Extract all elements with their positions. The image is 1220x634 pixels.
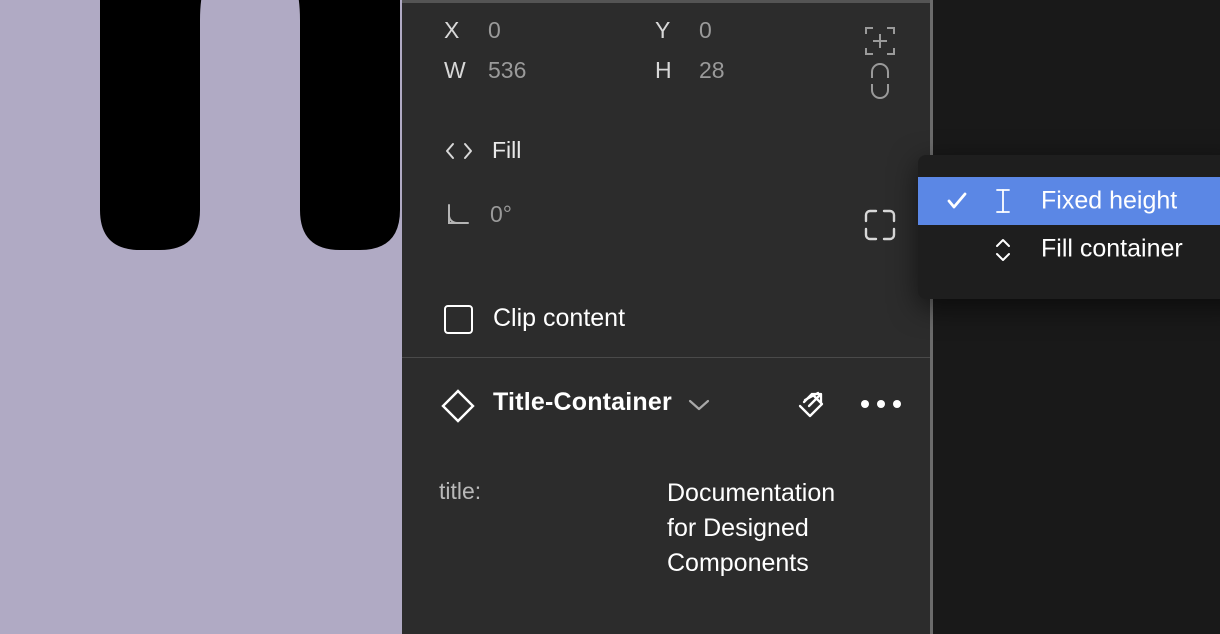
menu-item-label: Fill container [1041,234,1183,263]
horizontal-resizing-control[interactable]: Fill [444,137,521,164]
more-options-icon[interactable] [858,386,904,422]
height-field[interactable]: H 28 [655,57,725,84]
x-label: X [444,17,460,43]
rotation-value: 0° [490,201,512,227]
vertical-arrows-icon [992,236,1018,262]
y-value: 0 [699,17,712,43]
properties-panel: X 0 Y 0 W 536 H 28 Fill 0° Clip content … [402,0,1220,634]
y-label: Y [655,17,671,43]
component-name[interactable]: Title-Container [493,388,672,417]
workspace-background [932,0,1220,634]
horizontal-resizing-icon [444,140,474,162]
component-property-row[interactable]: title: Documentation for Designed Compon… [402,458,930,577]
rotation-angle-icon [444,203,472,227]
height-value: 28 [699,57,725,83]
lock-aspect-ratio-open-icon[interactable] [862,61,898,101]
rotation-row[interactable]: 0° [402,201,930,283]
clip-content-label: Clip content [493,304,626,332]
property-value-title[interactable]: Documentation for Designed Components [667,476,867,581]
clip-content-checkbox[interactable] [444,305,473,334]
menu-item-label: Fixed height [1041,186,1178,215]
x-field[interactable]: X 0 [444,17,501,44]
design-canvas[interactable] [0,0,402,634]
independent-corners-icon[interactable] [858,203,902,247]
component-diamond-icon [438,386,478,426]
menu-item-fill-container[interactable]: Fill container [918,225,1220,273]
constrain-proportions-crosshair-icon[interactable] [860,21,900,61]
component-section: Title-Container title: Documentation for… [402,358,930,577]
height-label: H [655,57,672,83]
menu-item-fixed-height[interactable]: Fixed height [918,177,1220,225]
width-value: 536 [488,57,527,83]
horizontal-resizing-value: Fill [492,137,522,163]
size-row: W 536 H 28 [402,57,930,143]
width-label: W [444,57,466,83]
property-label-title: title: [439,478,482,504]
x-value: 0 [488,17,501,43]
canvas-glyph-n [100,0,400,250]
component-header: Title-Container [402,358,930,458]
clip-content-row[interactable]: Clip content [402,283,930,357]
text-cursor-icon [992,188,1018,214]
y-field[interactable]: Y 0 [655,17,712,44]
position-size-section: X 0 Y 0 W 536 H 28 Fill 0° Clip content [402,3,930,357]
vertical-resizing-dropdown-menu[interactable]: Fixed height Fill container [918,155,1220,299]
width-field[interactable]: W 536 [444,57,526,84]
checkmark-icon [945,189,969,213]
go-to-main-component-icon[interactable] [788,382,834,428]
chevron-down-icon[interactable] [682,388,716,422]
rotation-control[interactable]: 0° [444,201,512,228]
